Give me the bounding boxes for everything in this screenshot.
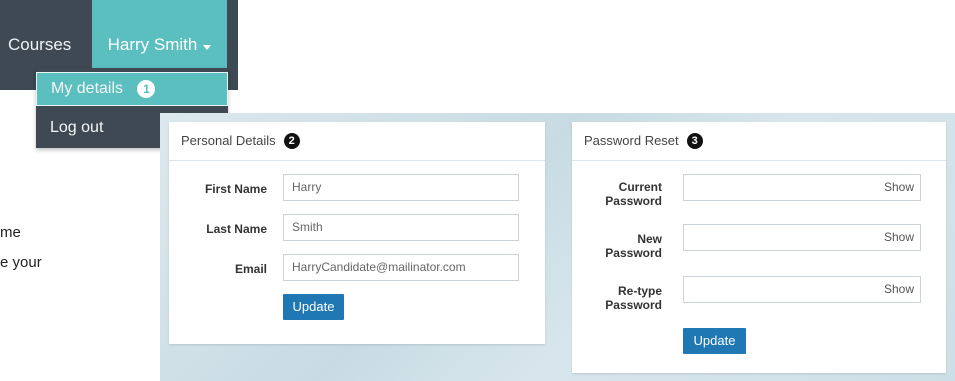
side-text-line-2: e your xyxy=(0,254,42,271)
retype-password-label-line-1: Re-type xyxy=(617,284,662,298)
first-name-input[interactable]: Harry xyxy=(283,174,519,201)
menu-item-my-details[interactable]: My details 1 xyxy=(36,72,228,106)
personal-details-title: Personal Details xyxy=(181,133,276,148)
current-password-label-line-1: Current xyxy=(618,180,662,194)
show-new-password-toggle[interactable]: Show xyxy=(884,225,914,250)
email-label: Email xyxy=(234,262,267,276)
email-input[interactable]: HarryCandidate@mailinator.com xyxy=(283,254,519,281)
current-password-label-line-2: Password xyxy=(605,194,662,208)
chevron-down-icon xyxy=(203,44,212,50)
new-password-input[interactable]: Show xyxy=(683,224,921,251)
step-badge-1: 1 xyxy=(137,79,156,98)
password-reset-title: Password Reset xyxy=(584,133,679,148)
password-update-button[interactable]: Update xyxy=(683,328,746,354)
first-name-label: First Name xyxy=(204,182,267,196)
new-password-label-line-1: New xyxy=(637,232,662,246)
personal-details-card: Personal Details 2 First Name Harry Last… xyxy=(169,122,545,344)
last-name-input[interactable]: Smith xyxy=(283,214,519,241)
show-retype-password-toggle[interactable]: Show xyxy=(884,277,914,302)
retype-password-label-line-2: Password xyxy=(605,298,662,312)
side-text-line-1: me xyxy=(0,224,21,241)
show-current-password-toggle[interactable]: Show xyxy=(884,175,914,200)
password-reset-card: Password Reset 3 Current Password Show N… xyxy=(572,122,946,373)
current-password-input[interactable]: Show xyxy=(683,174,921,201)
retype-password-input[interactable]: Show xyxy=(683,276,921,303)
retype-password-label: Re-type Password xyxy=(582,284,662,312)
step-badge-3: 3 xyxy=(686,133,703,149)
last-name-label: Last Name xyxy=(206,222,267,236)
new-password-label: New Password xyxy=(582,232,662,260)
personal-details-header: Personal Details 2 xyxy=(169,122,545,161)
password-reset-header: Password Reset 3 xyxy=(572,122,946,161)
step-badge-2: 2 xyxy=(283,133,300,149)
current-password-label: Current Password xyxy=(582,180,662,208)
menu-item-my-details-label: My details xyxy=(51,80,124,97)
new-password-label-line-2: Password xyxy=(605,246,662,260)
user-name-label: Harry Smith xyxy=(107,35,198,54)
side-instruction-text: me e your xyxy=(0,218,42,278)
personal-update-button[interactable]: Update xyxy=(283,294,344,320)
